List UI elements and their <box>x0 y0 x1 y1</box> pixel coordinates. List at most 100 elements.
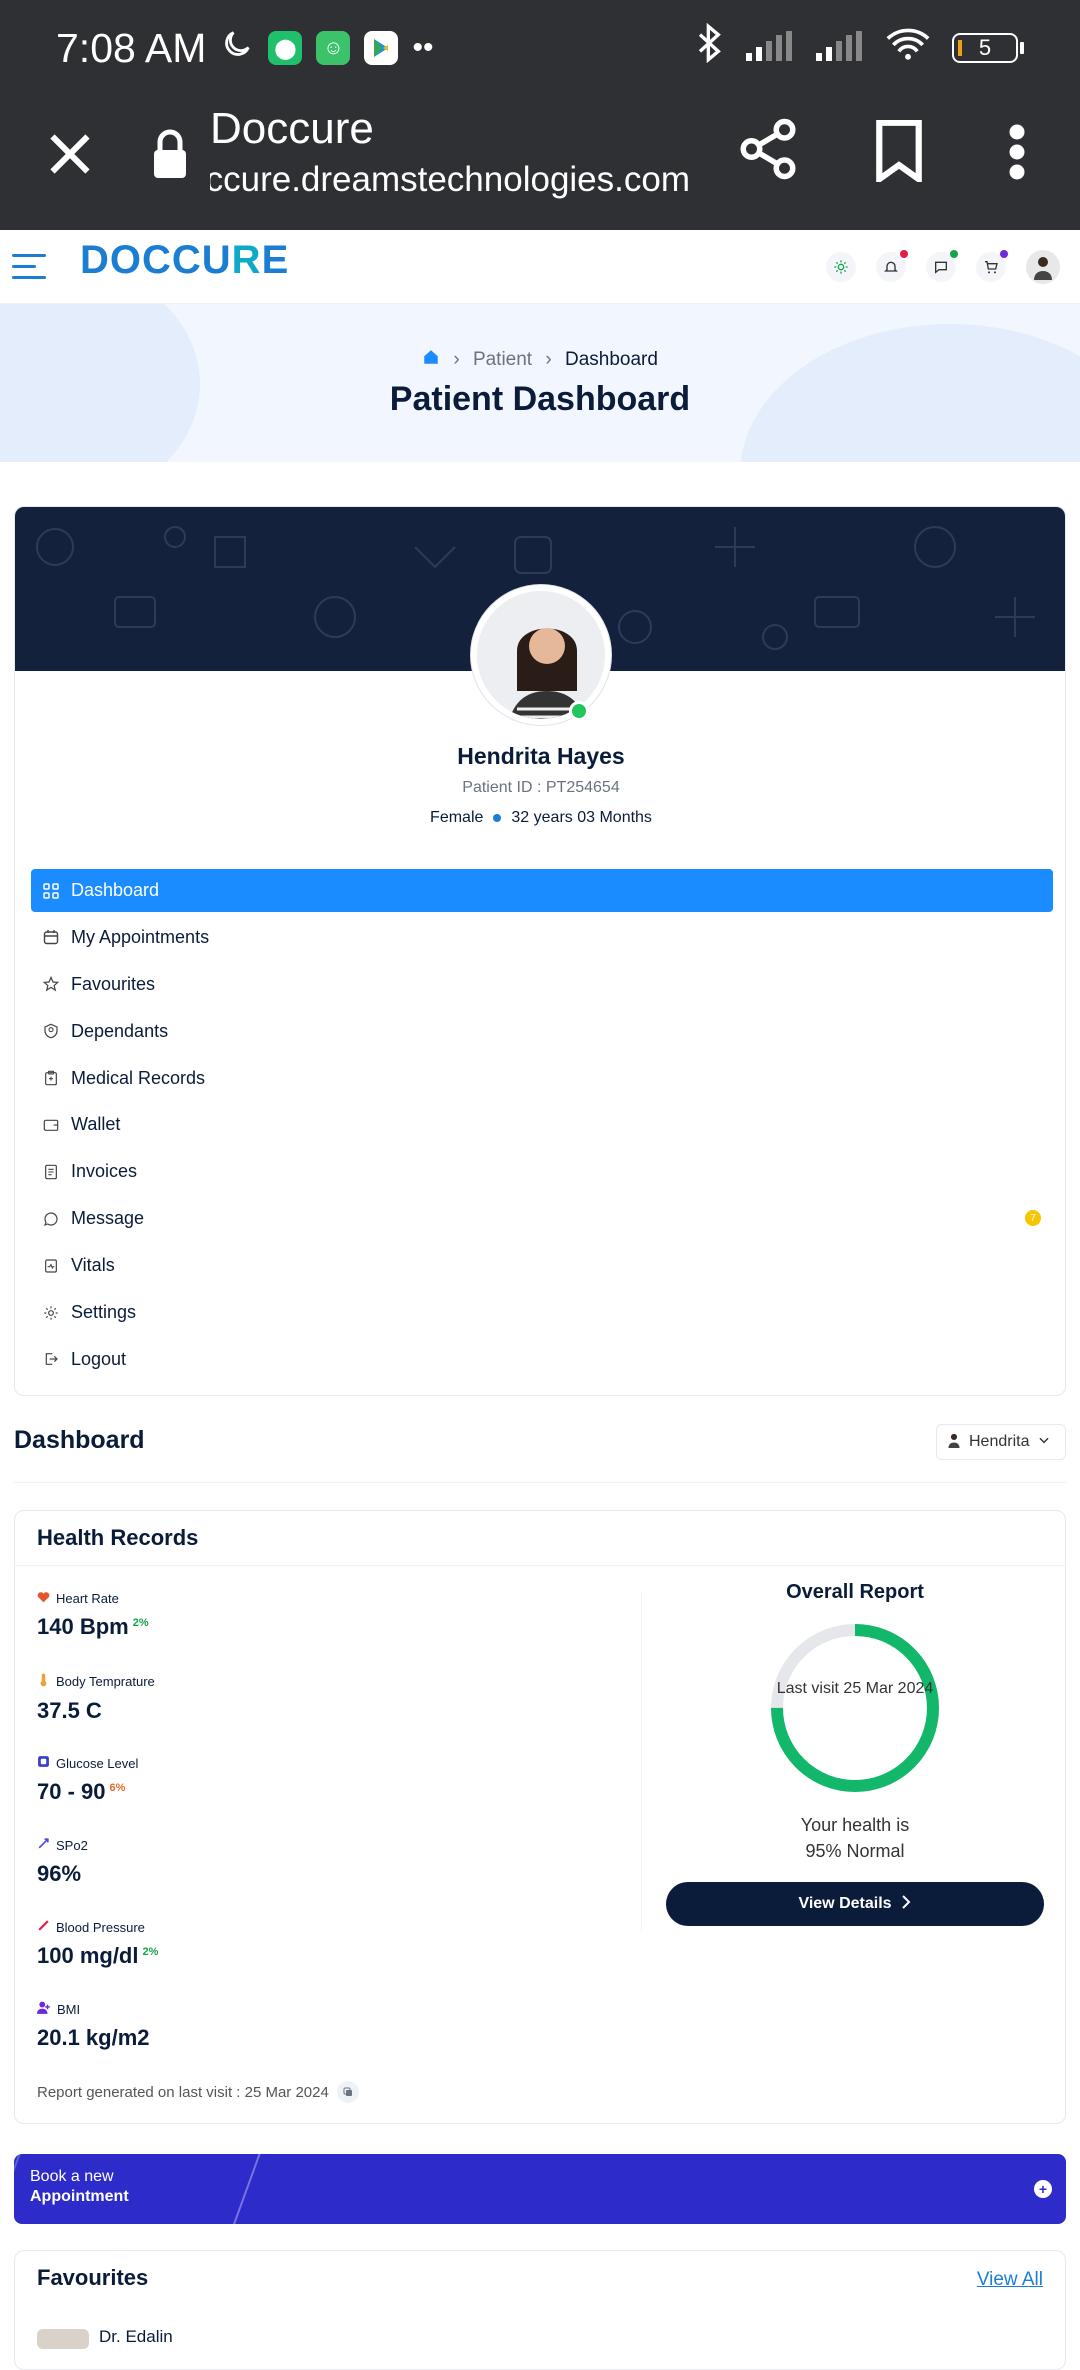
user-shield-icon <box>43 1023 59 1039</box>
menu-item-label: Favourites <box>71 973 156 994</box>
patient-gender: Female <box>430 809 484 826</box>
menu-item-label: Wallet <box>71 1114 121 1135</box>
android-app-icon: ☺ <box>316 31 351 65</box>
battery-icon: 5 <box>952 33 1024 63</box>
message-count-badge: 7 <box>1025 1210 1041 1227</box>
metric-glucose-level: Glucose Level 70 - 90 6% <box>37 1755 139 1805</box>
theme-toggle-icon[interactable] <box>826 252 856 282</box>
share-icon[interactable] <box>735 116 801 182</box>
add-icon[interactable]: + <box>1034 2180 1052 2198</box>
metric-bmi: BMI 20.1 kg/m2 <box>37 2001 150 2050</box>
menu-item-label: Medical Records <box>71 1067 206 1088</box>
breadcrumb-banner: › Patient › Dashboard Patient Dashboard <box>0 304 1080 462</box>
status-bar: 7:08 AM ⬤ ☺ •• 5 <box>0 0 1080 96</box>
book-line2: Appointment <box>30 2188 129 2205</box>
favourites-title: Favourites <box>37 2265 149 2290</box>
profile-avatar <box>471 585 611 725</box>
battery-level: 5 <box>978 35 992 60</box>
close-icon[interactable] <box>40 124 100 184</box>
profile-card: Hendrita Hayes Patient ID : PT254654 Fem… <box>14 506 1066 1396</box>
menu-item-vitals[interactable]: Vitals <box>31 1244 1053 1287</box>
glucose-icon <box>37 1755 50 1771</box>
metric-blood-pressure: Blood Pressure 100 mg/dl 2% <box>37 1919 159 1969</box>
bell-icon[interactable] <box>876 250 908 282</box>
menu-item-label: Logout <box>71 1348 127 1369</box>
chat-icon <box>43 1211 59 1227</box>
patient-select-avatar <box>947 1432 961 1453</box>
menu-item-label: Invoices <box>71 1161 138 1182</box>
menu-icon[interactable] <box>12 250 48 284</box>
calendar-icon <box>43 929 59 945</box>
view-details-button[interactable]: View Details <box>666 1882 1044 1926</box>
site-domain[interactable]: doccure.dreamstechnologies.com <box>210 160 690 200</box>
copy-icon[interactable] <box>336 2081 359 2103</box>
overall-report-title: Overall Report <box>786 1581 924 1603</box>
gear-icon <box>43 1305 59 1321</box>
lock-icon[interactable] <box>150 128 190 180</box>
clipboard-icon <box>43 1070 59 1086</box>
menu-item-logout[interactable]: Logout <box>31 1338 1053 1381</box>
wifi-icon <box>886 26 930 71</box>
menu-item-wallet[interactable]: Wallet <box>31 1103 1053 1146</box>
menu-item-message[interactable]: Message 7 <box>31 1197 1053 1240</box>
overall-report: Overall Report Last visit 25 Mar 2024 Yo… <box>655 1581 1055 1926</box>
menu-item-appointments[interactable]: My Appointments <box>31 916 1053 959</box>
chat-icon[interactable] <box>926 250 958 282</box>
moon-icon <box>220 26 254 71</box>
grid-icon <box>43 882 59 899</box>
patient-age: 32 years 03 Months <box>511 809 652 826</box>
home-icon[interactable] <box>422 348 440 372</box>
cart-icon[interactable] <box>976 250 1008 282</box>
signal-icon-2 <box>816 26 864 71</box>
metric-body-temperature: Body Temprature 37.5 C <box>37 1673 155 1723</box>
patient-select[interactable]: Hendrita <box>936 1424 1066 1460</box>
doctor-name[interactable]: Dr. Edalin <box>99 2327 173 2347</box>
page-title: Patient Dashboard <box>389 380 691 418</box>
browser-toolbar: Doccure doccure.dreamstechnologies.com <box>0 96 1080 230</box>
site-title: Doccure <box>210 104 374 153</box>
health-status: Your health is 95% Normal <box>800 1815 910 1861</box>
logo[interactable]: DOCCURE <box>80 238 289 283</box>
play-store-icon <box>364 31 399 65</box>
doctor-avatar[interactable] <box>37 2329 89 2349</box>
menu-item-settings[interactable]: Settings <box>31 1291 1053 1334</box>
menu-item-dashboard[interactable]: Dashboard <box>31 869 1053 912</box>
bookmark-icon[interactable] <box>872 119 926 186</box>
breadcrumb: › Patient › Dashboard <box>0 348 1080 372</box>
menu-item-label: Dependants <box>71 1020 169 1041</box>
book-appointment-banner[interactable]: Book a new Appointment + <box>14 2154 1066 2224</box>
patient-id: Patient ID : PT254654 <box>462 779 620 796</box>
user-avatar[interactable] <box>1026 250 1060 284</box>
chevron-right-icon <box>900 1894 912 1914</box>
site-header: DOCCURE <box>0 230 1080 304</box>
patient-menu: Dashboard My Appointments Favourites Dep… <box>31 869 1053 1385</box>
more-notifications-icon: •• <box>412 31 434 64</box>
last-visit: Last visit 25 Mar 2024 <box>776 1680 934 1697</box>
menu-item-dependants[interactable]: Dependants <box>31 1010 1053 1053</box>
health-records-card: Health Records Heart Rate 140 Bpm 2% Body… <box>14 1510 1066 2124</box>
report-note: Report generated on last visit : 25 Mar … <box>37 2081 359 2103</box>
blood-pressure-icon <box>37 1919 50 1935</box>
menu-item-label: My Appointments <box>71 926 210 947</box>
overall-report-donut: Last visit 25 Mar 2024 <box>765 1618 945 1798</box>
favourites-card: Favourites View All Dr. Edalin <box>14 2250 1066 2370</box>
breadcrumb-parent[interactable]: Patient <box>473 349 532 371</box>
bluetooth-icon <box>696 22 724 73</box>
spo2-icon <box>37 1837 50 1853</box>
menu-item-invoices[interactable]: Invoices <box>31 1150 1053 1193</box>
more-options-icon[interactable] <box>1004 122 1030 182</box>
patient-name: Hendrita Hayes <box>457 743 625 769</box>
menu-item-label: Vitals <box>71 1255 115 1276</box>
patient-meta: Female 32 years 03 Months <box>15 809 1065 827</box>
metric-spo2: SPo2 96% <box>37 1837 88 1887</box>
metric-heart-rate: Heart Rate 140 Bpm 2% <box>37 1591 149 1639</box>
invoice-icon <box>43 1164 59 1180</box>
bmi-icon <box>37 2001 51 2017</box>
star-icon <box>43 976 59 992</box>
dashboard-title: Dashboard <box>14 1426 145 1454</box>
menu-item-label: Dashboard <box>71 880 160 900</box>
view-all-link[interactable]: View All <box>977 2269 1043 2291</box>
menu-item-favourites[interactable]: Favourites <box>31 963 1053 1006</box>
wallet-icon <box>43 1117 59 1133</box>
menu-item-medical-records[interactable]: Medical Records <box>31 1057 1053 1100</box>
